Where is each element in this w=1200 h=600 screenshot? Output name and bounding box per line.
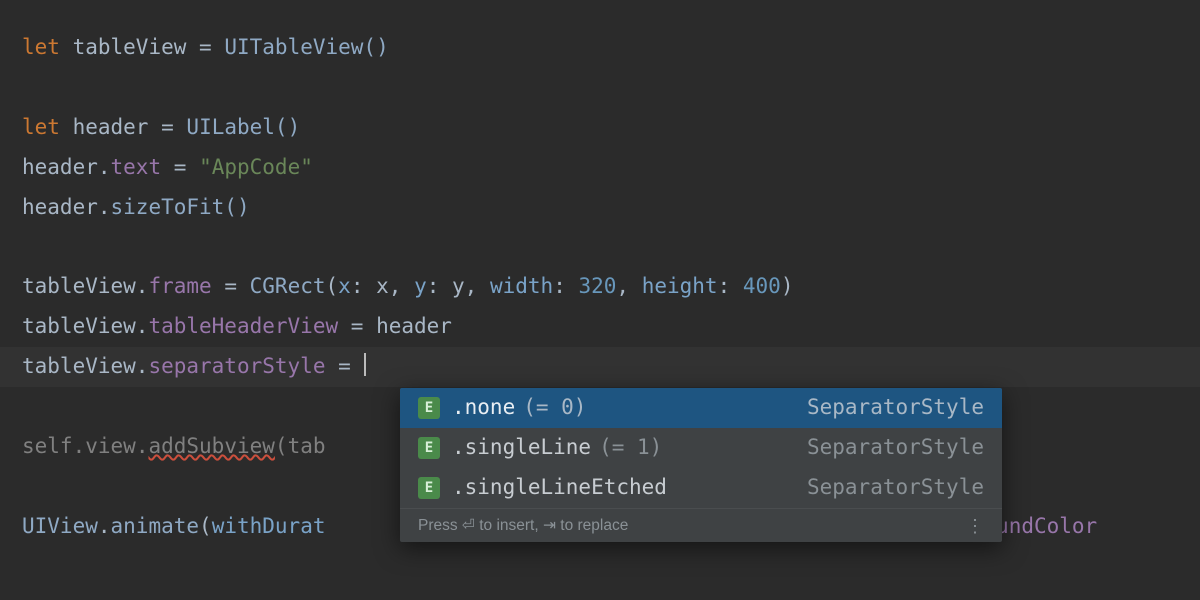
type-ref: UITableView() [224, 35, 388, 59]
error-underline: addSubview [148, 434, 274, 458]
more-options-icon[interactable]: ⋮ [966, 517, 984, 535]
code-line: let tableView = UITableView() [22, 35, 389, 59]
code-line: let header = UILabel() [22, 115, 300, 139]
completion-item[interactable]: E .none (= 0) SeparatorStyle [400, 388, 1002, 428]
completion-item[interactable]: E .singleLine (= 1) SeparatorStyle [400, 428, 1002, 468]
code-line: tableView.tableHeaderView = header [22, 314, 452, 338]
completion-hint: (= 0) [523, 388, 586, 428]
completion-item[interactable]: E .singleLineEtched SeparatorStyle [400, 468, 1002, 508]
type-ref: UILabel() [186, 115, 300, 139]
completion-label: .singleLineEtched [452, 468, 667, 508]
completion-hint: (= 1) [599, 428, 662, 468]
code-line-dimmed: self.view.addSubview(tab [22, 434, 326, 458]
completion-label: .singleLine [452, 428, 591, 468]
completion-type: SeparatorStyle [807, 468, 984, 508]
completion-type: SeparatorStyle [807, 388, 984, 428]
enum-badge-icon: E [418, 477, 440, 499]
current-line: tableView.separatorStyle = [0, 347, 1200, 387]
code-line: tableView.frame = CGRect(x: x, y: y, wid… [22, 274, 793, 298]
code-line: header.sizeToFit() [22, 195, 250, 219]
completion-type: SeparatorStyle [807, 428, 984, 468]
completion-popup[interactable]: E .none (= 0) SeparatorStyle E .singleLi… [400, 388, 1002, 542]
code-line: header.text = "AppCode" [22, 155, 313, 179]
enum-badge-icon: E [418, 397, 440, 419]
string-literal: "AppCode" [199, 155, 313, 179]
text-cursor [364, 353, 366, 376]
enum-badge-icon: E [418, 437, 440, 459]
completion-label: .none [452, 388, 515, 428]
footer-hint: Press ⏎ to insert, ⇥ to replace [418, 518, 628, 534]
completion-footer: Press ⏎ to insert, ⇥ to replace ⋮ [400, 508, 1002, 542]
